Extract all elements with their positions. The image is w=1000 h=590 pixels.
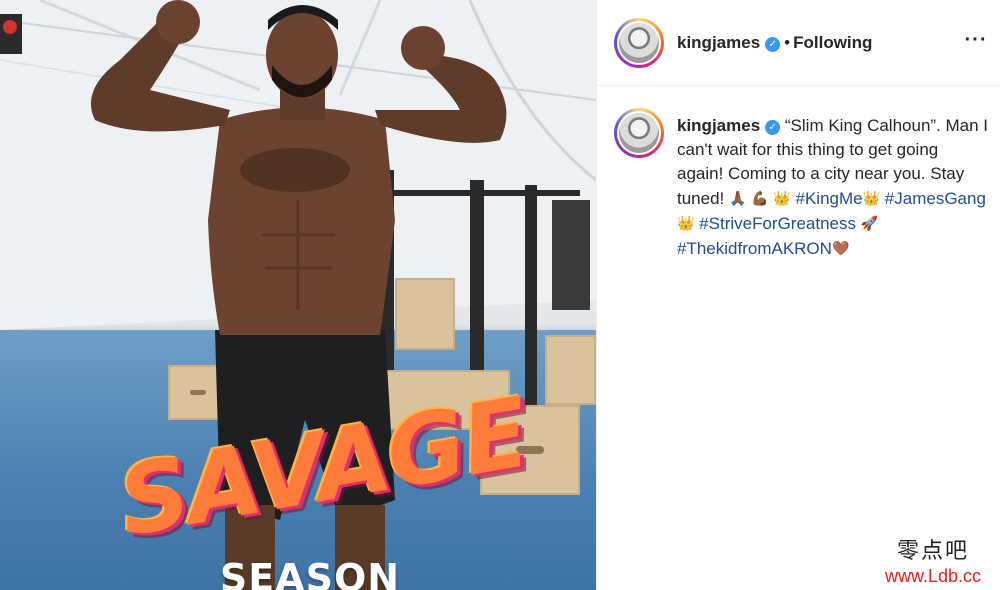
crown-emoji: 👑 (862, 190, 881, 206)
caption-body: “Slim King Calhoun”. Man I can't wait fo… (677, 116, 988, 258)
following-button[interactable]: Following (793, 33, 872, 52)
hashtag-link[interactable]: #KingMe (796, 189, 863, 208)
username-link[interactable]: kingjames (677, 33, 760, 52)
praying-hands-emoji: 🙏🏾 (729, 190, 747, 206)
caption-text: kingjames ✓ “Slim King Calhoun”. Man I ca… (677, 114, 989, 261)
verified-badge-icon: ✓ (765, 120, 781, 135)
avatar-frame (617, 21, 661, 65)
watermark-cn: 零点吧 (896, 539, 969, 564)
hashtag-link[interactable]: #StriveForGreatness (699, 214, 856, 233)
rocket-emoji: 🚀 (860, 215, 879, 231)
crown-emoji: 👑 (677, 215, 695, 231)
verified-badge-icon: ✓ (765, 37, 781, 52)
caption-username-link[interactable]: kingjames (677, 116, 760, 135)
post-side-panel: kingjames ✓ • Following ··· kingjames ✓ “Sli… (596, 0, 1000, 590)
post-photo[interactable]: SAVAGE SEASON (0, 0, 596, 590)
avatar-image (619, 23, 659, 63)
flexed-biceps-emoji: 💪🏾 (751, 190, 769, 206)
hashtag-link[interactable]: #JamesGang (885, 189, 986, 208)
avatar-frame (617, 111, 661, 155)
avatar-image (619, 113, 659, 153)
avatar[interactable] (614, 18, 664, 68)
more-options-icon[interactable]: ··· (963, 30, 989, 54)
watermark-url: www.Ldb.cc (884, 566, 982, 586)
hashtag-link[interactable]: #ThekidfromAKRON (677, 239, 832, 258)
corner-logo-badge (0, 14, 22, 54)
post-header: kingjames ✓ • Following ··· (597, 0, 1000, 86)
separator-dot: • (784, 33, 791, 52)
header-user-line: kingjames ✓ • Following (677, 33, 872, 53)
crown-emoji: 👑 (773, 190, 791, 206)
season-sticker: SEASON (219, 556, 401, 590)
site-watermark: 零点吧 www.Ldb.cc (868, 540, 998, 590)
heart-emoji: 🤎 (831, 240, 850, 256)
avatar[interactable] (614, 108, 664, 158)
